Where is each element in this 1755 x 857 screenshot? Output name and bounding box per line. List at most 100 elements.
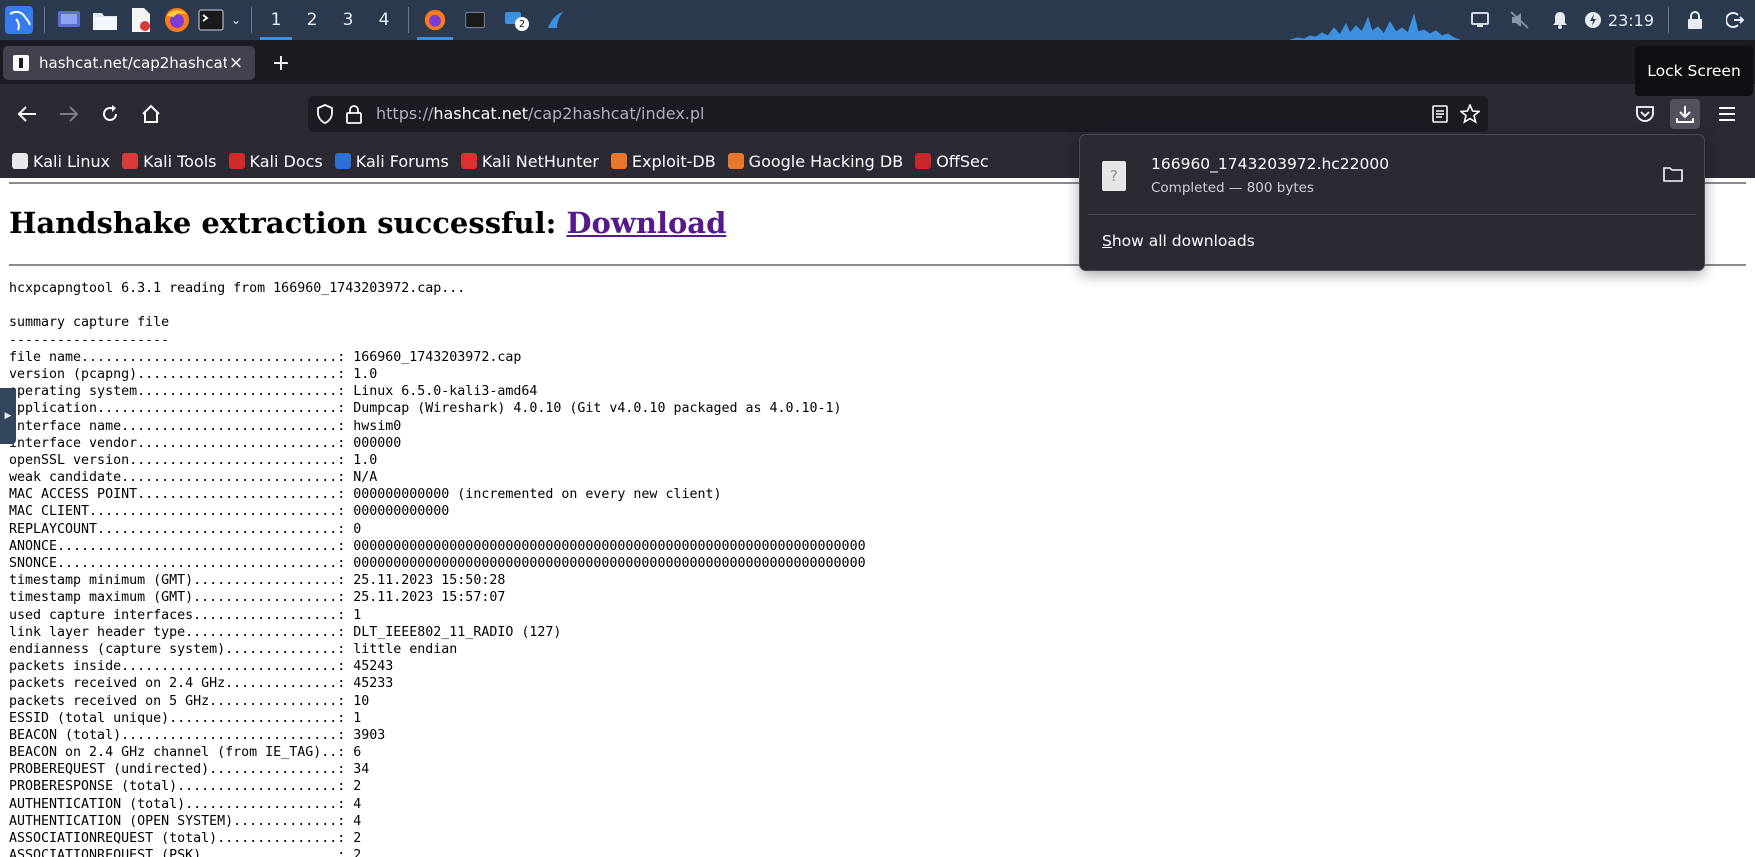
launcher-dropdown-chevron-icon[interactable]: ⌄ [227,0,245,40]
lock-screen-icon[interactable] [1675,0,1715,40]
output-line: SNONCE..................................… [9,556,866,571]
new-tab-button[interactable]: + [268,50,294,76]
show-desktop-icon[interactable] [51,0,87,40]
bookmark-label: OffSec [936,151,989,171]
pocket-icon[interactable] [1630,99,1660,129]
hcxpcapngtool-output: hcxpcapngtool 6.3.1 reading from 166960_… [9,280,866,857]
ghdb-icon [727,153,744,169]
bookmark-label: Exploit-DB [631,151,716,171]
kali-forums-icon [334,153,351,169]
workspace-1[interactable]: 1 [258,0,294,40]
exploit-db-icon [610,153,627,169]
output-line: packets received on 5 GHz...............… [9,693,370,709]
bookmark-exploit-db[interactable]: Exploit-DB [610,151,716,171]
url-domain: hashcat.net [433,104,528,123]
output-line: AUTHENTICATION (OPEN SYSTEM)............… [9,813,362,829]
download-link[interactable]: Download [566,206,726,240]
access-key-letter: S [1102,232,1112,250]
firefox-launcher-icon[interactable] [159,0,195,40]
output-line: -------------------- [9,332,170,348]
output-line: file name...............................… [9,349,522,365]
reload-icon[interactable] [95,99,125,129]
downloads-button-icon[interactable] [1670,99,1700,129]
browser-tab-active[interactable]: hashcat.net/cap2hashcat/ × [3,46,255,80]
output-line: ASSOCIATIONREQUEST (PSK)................… [9,848,362,857]
output-line: PROBERESPONSE (total)...................… [9,779,362,795]
reader-view-icon[interactable] [1432,105,1448,127]
terminal-icon [465,11,485,29]
output-line: REPLAYCOUNT.............................… [9,521,362,537]
taskbar-firefox-window[interactable] [415,0,455,40]
logout-icon[interactable] [1715,0,1755,40]
text-editor-icon[interactable] [123,0,159,40]
output-line: ANONCE..................................… [9,538,866,554]
panel-divider [1088,214,1696,215]
bookmark-label: Kali Tools [143,151,217,171]
output-line: ESSID (total unique)....................… [9,710,362,726]
page-heading: Handshake extraction successful: Downloa… [9,206,726,240]
url-path: /cap2hashcat/index.pl [528,104,705,123]
bookmark-offsec[interactable]: OffSec [915,151,989,171]
bookmark-star-icon[interactable] [1458,102,1482,128]
forward-arrow-icon[interactable] [54,99,84,129]
download-item[interactable]: ? 166960_1743203972.hc22000 Completed — … [1088,143,1696,203]
taskbar-separator [408,7,409,33]
output-line: hcxpcapngtool 6.3.1 reading from 166960_… [9,281,466,296]
display-settings-icon[interactable] [1460,0,1500,40]
download-status: Completed — 800 bytes [1151,180,1314,196]
back-arrow-icon[interactable] [12,99,42,129]
output-line: interface vendor........................… [9,435,402,451]
browser-tab-bar: hashcat.net/cap2hashcat/ × + [0,40,1755,84]
kali-menu-icon[interactable] [0,0,38,40]
open-containing-folder-icon[interactable] [1660,161,1686,187]
workspace-2[interactable]: 2 [294,0,330,40]
bookmark-label: Kali Forums [355,151,449,171]
output-line: openSSL version.........................… [9,452,378,468]
output-line: packets received on 2.4 GHz.............… [9,676,394,692]
taskbar-terminal-window[interactable] [455,0,495,40]
bookmark-label: Google Hacking DB [748,151,904,171]
tab-title: hashcat.net/cap2hashcat/ [39,54,227,72]
file-manager-icon[interactable] [87,0,123,40]
bookmark-kali-tools[interactable]: Kali Tools [122,151,217,171]
terminal-launcher-icon[interactable] [195,0,227,40]
output-line: endianness (capture system).............… [9,641,458,657]
bookmark-kali-docs[interactable]: Kali Docs [228,151,323,171]
notifications-bell-icon[interactable] [1540,0,1580,40]
tracking-protection-shield-icon[interactable] [316,104,334,128]
workspace-4[interactable]: 4 [366,0,402,40]
taskbar-wireshark-window[interactable] [535,0,575,40]
url-text[interactable]: https://hashcat.net/cap2hashcat/index.pl [376,104,704,123]
unknown-file-icon: ? [1102,161,1126,191]
bookmark-google-hacking-db[interactable]: Google Hacking DB [727,151,904,171]
output-line: link layer header type..................… [9,624,562,640]
bookmark-label: Kali NetHunter [481,151,599,171]
output-line: used capture interfaces.................… [9,607,362,623]
output-line: summary capture file [9,315,170,331]
bookmark-kali-forums[interactable]: Kali Forums [334,151,449,171]
taskbar: ⌄ 1 2 3 4 2 23:19 [0,0,1755,40]
taskbar-terminal-group[interactable]: 2 [495,0,535,40]
output-line: timestamp minimum (GMT).................… [9,573,506,589]
output-line: weak candidate..........................… [9,470,378,486]
url-bar[interactable]: https://hashcat.net/cap2hashcat/index.pl [308,96,1488,132]
bookmark-kali-nethunter[interactable]: Kali NetHunter [460,151,599,171]
clock[interactable]: 23:19 [1606,11,1662,30]
home-icon[interactable] [136,99,166,129]
tab-close-icon[interactable]: × [227,53,245,73]
workspace-3[interactable]: 3 [330,0,366,40]
output-line: interface name..........................… [9,418,402,434]
hamburger-menu-icon[interactable] [1712,99,1742,129]
show-all-downloads-button[interactable]: Show all downloads [1102,232,1255,250]
sidebar-handle[interactable]: ▶ [0,388,16,444]
power-status-icon[interactable] [1580,0,1606,40]
site-lock-icon[interactable] [346,104,362,128]
bookmark-label: Kali Docs [249,151,323,171]
bookmark-kali-linux[interactable]: Kali Linux [12,152,110,171]
cpu-usage-graph [1290,13,1460,40]
show-all-label: how all downloads [1111,232,1255,250]
output-line: MAC CLIENT..............................… [9,504,450,520]
output-line: version (pcapng)........................… [9,366,378,382]
volume-muted-icon[interactable] [1500,0,1540,40]
